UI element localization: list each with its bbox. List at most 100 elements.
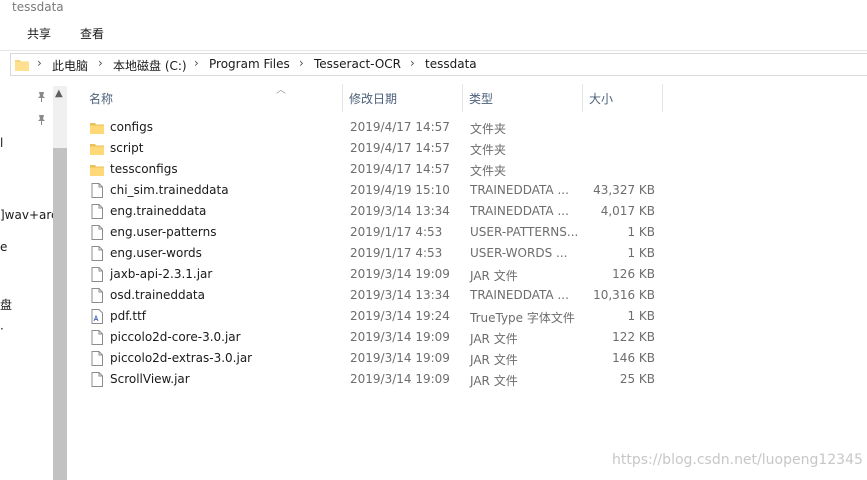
file-type: TRAINEDDATA ...	[470, 204, 569, 218]
column-divider[interactable]	[582, 84, 583, 112]
file-name: tessconfigs	[110, 162, 178, 176]
file-type: 文件夹	[470, 143, 507, 157]
file-row[interactable]: pdf.ttf 2019/3/14 19:24 TrueType 字体文件 1 KB	[70, 306, 670, 327]
nav-item-fragment[interactable]: ·	[0, 322, 4, 336]
tab-view[interactable]: 查看	[80, 25, 104, 42]
file-date: 2019/3/14 19:09	[350, 351, 450, 365]
file-row[interactable]: tessconfigs 2019/4/17 14:57 文件夹	[70, 159, 670, 180]
breadcrumb-program-files[interactable]: Program Files	[209, 57, 290, 71]
file-date: 2019/4/17 14:57	[350, 141, 450, 155]
title-bar: tessdata	[0, 0, 867, 16]
file-size: 1 KB	[627, 225, 655, 239]
file-size: 1 KB	[627, 246, 655, 260]
file-size: 25 KB	[619, 372, 655, 386]
file-size: 10,316 KB	[593, 288, 655, 302]
file-date: 2019/4/19 15:10	[350, 183, 450, 197]
nav-item-fragment[interactable]: e	[0, 240, 7, 254]
file-date: 2019/1/17 4:53	[350, 225, 443, 239]
file-type: 文件夹	[470, 164, 507, 178]
file-icon	[90, 267, 104, 282]
breadcrumb-separator: ›	[37, 56, 42, 70]
column-date[interactable]: 修改日期	[349, 90, 397, 107]
file-type: TRAINEDDATA ...	[470, 183, 569, 197]
folder-icon	[90, 162, 104, 177]
file-icon	[90, 225, 104, 240]
file-name: eng.traineddata	[110, 204, 207, 218]
file-row[interactable]: eng.user-words 2019/1/17 4:53 USER-WORDS .…	[70, 243, 670, 264]
column-divider[interactable]	[662, 84, 663, 112]
file-date: 2019/3/14 19:09	[350, 372, 450, 386]
file-name: configs	[110, 120, 153, 134]
pin-icon[interactable]	[36, 114, 47, 125]
file-name: eng.user-words	[110, 246, 202, 260]
address-bar[interactable]: › 此电脑 › 本地磁盘 (C:) › Program Files › Tess…	[10, 53, 867, 76]
file-name: script	[110, 141, 144, 155]
breadcrumb-separator: ›	[194, 56, 199, 70]
breadcrumb-this-pc[interactable]: 此电脑	[52, 57, 88, 74]
file-row[interactable]: eng.traineddata 2019/3/14 13:34 TRAINEDDAT…	[70, 201, 670, 222]
file-row[interactable]: piccolo2d-core-3.0.jar 2019/3/14 19:09 JAR…	[70, 327, 670, 348]
file-date: 2019/1/17 4:53	[350, 246, 443, 260]
tab-share[interactable]: 共享	[27, 25, 51, 42]
file-icon	[90, 330, 104, 345]
file-row[interactable]: script 2019/4/17 14:57 文件夹	[70, 138, 670, 159]
file-date: 2019/4/17 14:57	[350, 162, 450, 176]
file-icon	[90, 183, 104, 198]
folder-icon	[90, 141, 104, 156]
column-name[interactable]: 名称	[89, 90, 113, 107]
file-date: 2019/3/14 19:09	[350, 267, 450, 281]
file-name: osd.traineddata	[110, 288, 205, 302]
file-icon	[90, 351, 104, 366]
file-icon	[90, 372, 104, 387]
nav-scrollbar-thumb[interactable]	[53, 148, 67, 480]
breadcrumb-tessdata[interactable]: tessdata	[425, 57, 477, 71]
file-size: 43,327 KB	[593, 183, 655, 197]
file-row[interactable]: eng.user-patterns 2019/1/17 4:53 USER-PATT…	[70, 222, 670, 243]
file-type: JAR 文件	[470, 353, 518, 367]
file-type: USER-PATTERNS...	[470, 225, 579, 239]
breadcrumb-tesseract-ocr[interactable]: Tesseract-OCR	[314, 57, 401, 71]
column-type[interactable]: 类型	[469, 90, 493, 107]
file-size: 1 KB	[627, 309, 655, 323]
file-type: TrueType 字体文件	[470, 311, 575, 325]
file-name: ScrollView.jar	[110, 372, 190, 386]
breadcrumb-separator: ›	[410, 56, 415, 70]
sort-ascending-icon: ︿	[276, 85, 286, 96]
column-divider[interactable]	[342, 84, 343, 112]
file-row[interactable]: ScrollView.jar 2019/3/14 19:09 JAR 文件 25 KB	[70, 369, 670, 390]
file-name: pdf.ttf	[110, 309, 147, 323]
breadcrumb-local-disk[interactable]: 本地磁盘 (C:)	[113, 57, 187, 74]
file-icon	[90, 246, 104, 261]
file-name: jaxb-api-2.3.1.jar	[110, 267, 213, 281]
file-row[interactable]: jaxb-api-2.3.1.jar 2019/3/14 19:09 JAR 文件 1…	[70, 264, 670, 285]
file-row[interactable]: configs 2019/4/17 14:57 文件夹	[70, 117, 670, 138]
nav-item-fragment[interactable]: 盘	[0, 296, 12, 313]
file-type: JAR 文件	[470, 374, 518, 388]
window-title: tessdata	[12, 0, 64, 14]
file-date: 2019/4/17 14:57	[350, 120, 450, 134]
folder-icon	[15, 60, 29, 71]
file-date: 2019/3/14 13:34	[350, 204, 450, 218]
ribbon: 共享 查看	[0, 16, 867, 51]
file-size: 4,017 KB	[600, 204, 655, 218]
file-size: 126 KB	[612, 267, 655, 281]
file-row[interactable]: osd.traineddata 2019/3/14 13:34 TRAINEDDAT…	[70, 285, 670, 306]
file-name: eng.user-patterns	[110, 225, 217, 239]
font-file-icon	[90, 309, 104, 324]
nav-item-fragment[interactable]: l	[0, 136, 3, 150]
file-name: piccolo2d-extras-3.0.jar	[110, 351, 253, 365]
file-name: piccolo2d-core-3.0.jar	[110, 330, 241, 344]
breadcrumb-separator: ›	[98, 56, 103, 70]
file-name: chi_sim.traineddata	[110, 183, 229, 197]
scroll-up-arrow-icon[interactable]: ▲	[55, 88, 63, 99]
pin-icon[interactable]	[36, 91, 47, 102]
file-row[interactable]: chi_sim.traineddata 2019/4/19 15:10 TRAINE…	[70, 180, 670, 201]
column-divider[interactable]	[462, 84, 463, 112]
file-type: USER-WORDS ...	[470, 246, 568, 260]
file-icon	[90, 288, 104, 303]
column-size[interactable]: 大小	[589, 90, 613, 107]
nav-item-fragment[interactable]: ]wav+arc	[0, 208, 58, 222]
column-header: ︿ 名称 修改日期 类型 大小	[70, 84, 867, 112]
file-row[interactable]: piccolo2d-extras-3.0.jar 2019/3/14 19:09 J…	[70, 348, 670, 369]
file-size: 146 KB	[612, 351, 655, 365]
